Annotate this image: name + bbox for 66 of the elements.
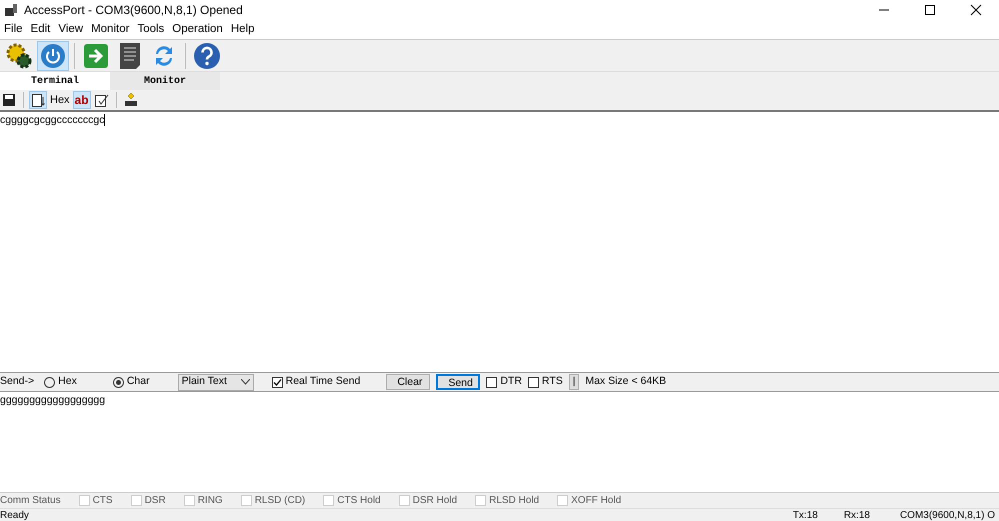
tab[interactable]: Terminal (0, 72, 110, 90)
signal-checkbox[interactable] (78, 495, 90, 506)
comm-status-label: Comm Status (0, 494, 61, 508)
menu-item[interactable]: Edit (26, 20, 54, 38)
signal-checkbox-label: DSR Hold (412, 494, 458, 508)
document-icon (118, 42, 142, 70)
scroll-icon (32, 94, 44, 106)
toolbar-button[interactable]: Hex (49, 91, 71, 109)
signal-checkbox[interactable] (398, 495, 410, 506)
menu-item[interactable]: Tools (133, 20, 168, 38)
receive-text: cggggcgcggcccccccgc (0, 114, 106, 126)
help-button[interactable] (191, 40, 223, 70)
app-icon (4, 3, 18, 17)
menu-item[interactable]: Operation (168, 20, 227, 38)
toolbar-button[interactable]: ab (72, 91, 91, 109)
checkbox[interactable] (486, 376, 498, 388)
save-button[interactable] (0, 91, 18, 109)
signal-checkbox-label: XOFF Hold (571, 494, 622, 508)
signal-checkbox[interactable] (184, 495, 195, 506)
pipe-button[interactable]: | (568, 374, 580, 390)
gear-icon (5, 42, 33, 70)
button[interactable]: Clear (386, 374, 430, 390)
caret-icon (240, 379, 250, 385)
menu-item[interactable]: File (0, 20, 27, 38)
format-dropdown[interactable]: Plain Text (178, 374, 254, 390)
port-status: COM3(9600,N,8,1) O (900, 508, 995, 521)
signal-checkbox[interactable] (130, 495, 142, 506)
checkbox[interactable] (272, 376, 283, 388)
checkbox[interactable] (528, 376, 539, 388)
power-button[interactable] (37, 40, 69, 70)
menu-item[interactable]: Help (226, 20, 258, 38)
checkbox-label: DTR (500, 374, 522, 390)
radio-label: Char (126, 374, 150, 390)
radio-button[interactable] (44, 376, 56, 388)
signal-checkbox[interactable] (323, 495, 334, 506)
radio-button[interactable] (112, 376, 124, 388)
help-icon (193, 42, 221, 70)
signal-checkbox-label: RLSD (CD) (254, 494, 306, 508)
signal-checkbox-label: RLSD Hold (489, 494, 540, 508)
button[interactable]: Send (436, 374, 480, 390)
send-label: Send-> (0, 374, 34, 390)
save-icon (3, 94, 15, 106)
signal-checkbox-label: DSR (144, 494, 166, 508)
signal-checkbox[interactable] (240, 495, 252, 506)
max-size-label: Max Size < 64KB (585, 374, 666, 390)
signal-checkbox-label: CTS (92, 494, 113, 508)
menu-item[interactable]: View (54, 20, 88, 38)
rx-count: Rx:18 (844, 508, 870, 521)
checkmark-icon (272, 378, 282, 386)
signal-checkbox[interactable] (475, 495, 486, 506)
signal-checkbox-label: RING (198, 494, 223, 508)
edit-icon (94, 94, 109, 106)
radio-label: Hex (58, 374, 77, 390)
tab[interactable]: Monitor (110, 72, 220, 90)
power-icon (40, 42, 66, 68)
status-message: Ready (0, 508, 29, 521)
crlf-icon (124, 93, 138, 107)
checkbox-label: RTS (542, 374, 563, 390)
signal-checkbox[interactable] (557, 495, 568, 506)
scroll-button[interactable] (29, 91, 47, 109)
send-text: gggggggggggggggggg (0, 394, 106, 406)
menu-item[interactable]: Monitor (87, 20, 134, 38)
signal-checkbox-label: CTS Hold (337, 494, 381, 508)
tx-count: Tx:18 (792, 508, 818, 521)
checkbox-label: Real Time Send (286, 374, 360, 390)
window-title: AccessPort - COM3(9600,N,8,1) Opened (24, 2, 243, 19)
